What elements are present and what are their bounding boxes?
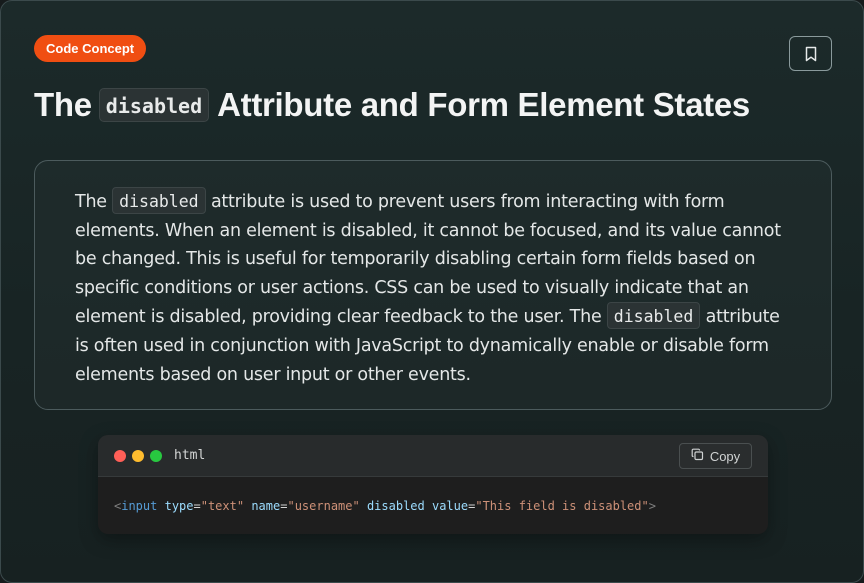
- code-block: html Copy < input type = "text" name = "usern…: [98, 435, 768, 534]
- title-code: disabled: [98, 88, 210, 122]
- concept-card: Code Concept The disabled Attribute and …: [0, 0, 864, 583]
- code-token: type: [164, 498, 194, 513]
- code-token: "username": [287, 498, 360, 513]
- copy-button-label: Copy: [709, 448, 741, 464]
- code-token: name: [251, 498, 281, 513]
- window-close-dot: [114, 450, 126, 462]
- window-minimize-dot: [132, 450, 144, 462]
- code-token: "This field is disabled": [475, 498, 649, 513]
- code-block-header: html Copy: [98, 435, 768, 477]
- code-content: < input type = "text" name = "username" disab…: [98, 477, 768, 534]
- code-token: disabled: [366, 498, 425, 513]
- code-token: =: [280, 498, 288, 513]
- description-box: The disabled attribute is used to preven…: [34, 160, 832, 410]
- title-prefix: The: [34, 86, 92, 123]
- code-token: <: [114, 498, 122, 513]
- code-token: =: [193, 498, 201, 513]
- code-token: value: [431, 498, 469, 513]
- window-maximize-dot: [150, 450, 162, 462]
- code-token: input: [121, 498, 158, 513]
- code-token: "text": [200, 498, 245, 513]
- bookmark-icon: [804, 46, 818, 62]
- category-badge: Code Concept: [34, 35, 147, 62]
- description-part-1: The: [75, 192, 107, 212]
- code-language-label: html: [174, 448, 206, 463]
- title-suffix: Attribute and Form Element States: [217, 86, 750, 123]
- code-token: >: [648, 498, 656, 513]
- bookmark-button[interactable]: [789, 36, 832, 71]
- inline-code: disabled: [112, 187, 206, 214]
- copy-icon: [691, 448, 704, 464]
- code-token: =: [468, 498, 476, 513]
- page-title: The disabled Attribute and Form Element …: [34, 83, 750, 127]
- inline-code: disabled: [606, 302, 701, 330]
- description-text: The disabled attribute is used to preven…: [75, 187, 791, 389]
- copy-button[interactable]: Copy: [679, 443, 752, 469]
